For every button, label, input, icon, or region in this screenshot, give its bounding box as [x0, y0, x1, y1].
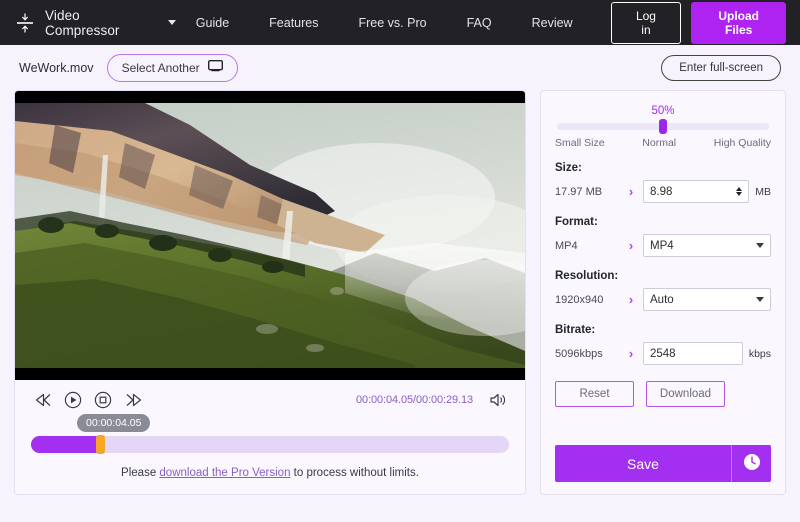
quality-slider-thumb[interactable]: [659, 119, 667, 134]
format-original-value: MP4: [555, 239, 578, 252]
size-input[interactable]: 8.98: [643, 180, 750, 203]
volume-icon[interactable]: [487, 389, 509, 411]
stepper-up-icon[interactable]: [736, 187, 743, 191]
format-select[interactable]: MP4: [643, 234, 771, 257]
nav-link-features[interactable]: Features: [249, 10, 338, 36]
save-button[interactable]: Save: [555, 445, 731, 482]
download-button[interactable]: Download: [646, 381, 725, 407]
resolution-select-value: Auto: [650, 293, 674, 306]
pro-version-note: Please download the Pro Version to proce…: [15, 453, 525, 492]
chevron-down-icon[interactable]: [756, 297, 764, 302]
play-circle-icon[interactable]: [61, 388, 85, 412]
enter-fullscreen-button[interactable]: Enter full-screen: [661, 54, 781, 81]
progress-fill: [31, 436, 98, 453]
pro-version-link[interactable]: download the Pro Version: [159, 467, 290, 479]
login-button[interactable]: Log in: [610, 1, 682, 44]
resolution-label: Resolution:: [555, 270, 619, 282]
nav-link-review[interactable]: Review: [512, 10, 593, 36]
clock-icon: [743, 453, 761, 474]
bitrate-row: 5096kbps › 2548 kbps: [555, 342, 771, 365]
time-display: 00:00:04.05/00:00:29.13: [356, 394, 473, 406]
nav-link-guide[interactable]: Guide: [176, 10, 249, 36]
main-content: 00:00:04.05/00:00:29.13 00:00:04.05 Plea…: [0, 90, 800, 495]
quality-slider-labels: Small Size Normal High Quality: [555, 137, 771, 149]
format-row: MP4 › MP4: [555, 234, 771, 257]
chevron-down-icon[interactable]: [167, 20, 176, 25]
top-navigation-bar: Video Compressor Guide Features Free vs.…: [0, 0, 800, 45]
bitrate-original-value: 5096kbps: [555, 347, 603, 360]
bitrate-input[interactable]: 2548: [643, 342, 743, 365]
save-row: Save: [555, 445, 771, 482]
fast-forward-icon[interactable]: [121, 388, 145, 412]
stepper-down-icon[interactable]: [736, 192, 743, 196]
brand-menu[interactable]: Video Compressor: [14, 8, 176, 38]
stop-circle-icon[interactable]: [91, 388, 115, 412]
slider-label-normal: Normal: [642, 137, 677, 149]
player-controls: 00:00:04.05/00:00:29.13: [15, 380, 525, 414]
size-row: 17.97 MB › 8.98 MB: [555, 180, 771, 203]
size-input-value: 8.98: [650, 185, 673, 198]
format-select-value: MP4: [650, 239, 674, 252]
slider-label-small-size: Small Size: [555, 137, 605, 149]
arrow-icon: ›: [628, 292, 634, 307]
resolution-original-value: 1920x940: [555, 293, 604, 306]
resolution-select[interactable]: Auto: [643, 288, 771, 311]
pro-note-suffix: to process without limits.: [290, 467, 419, 479]
size-unit-label: MB: [755, 185, 771, 198]
brand-name: Video Compressor: [45, 7, 120, 38]
reset-button[interactable]: Reset: [555, 381, 634, 407]
quality-percent-label: 50%: [651, 105, 675, 117]
sub-header: WeWork.mov Select Another Enter full-scr…: [0, 45, 800, 90]
chevron-down-icon[interactable]: [756, 243, 764, 248]
arrow-icon: ›: [628, 238, 634, 253]
size-label: Size:: [555, 162, 582, 174]
progress-time-tooltip: 00:00:04.05: [77, 414, 151, 432]
video-frame-image: [15, 103, 525, 368]
nav-link-free-vs-pro[interactable]: Free vs. Pro: [339, 10, 447, 36]
file-name-label: WeWork.mov: [19, 60, 94, 75]
monitor-icon: [207, 59, 223, 76]
video-viewport[interactable]: [15, 91, 525, 380]
history-button[interactable]: [731, 445, 771, 482]
progress-bar[interactable]: [31, 435, 509, 454]
settings-panel: 50% Small Size Normal High Quality Size:…: [540, 90, 786, 495]
nav-link-faq[interactable]: FAQ: [447, 10, 512, 36]
slider-label-high-quality: High Quality: [713, 137, 771, 149]
nav-links: Guide Features Free vs. Pro FAQ Review L…: [176, 1, 786, 44]
size-original-value: 17.97 MB: [555, 185, 603, 198]
progress-handle[interactable]: [95, 435, 105, 454]
rewind-icon[interactable]: [31, 388, 55, 412]
arrow-icon: ›: [628, 346, 634, 361]
select-another-button[interactable]: Select Another: [106, 53, 238, 82]
bitrate-label: Bitrate:: [555, 324, 596, 336]
bitrate-unit-label: kbps: [748, 347, 771, 360]
settings-action-buttons: Reset Download: [555, 381, 771, 407]
video-player-card: 00:00:04.05/00:00:29.13 00:00:04.05 Plea…: [14, 90, 526, 495]
app-window: Video Compressor Guide Features Free vs.…: [0, 0, 800, 522]
quality-slider[interactable]: [557, 119, 769, 134]
resolution-row: 1920x940 › Auto: [555, 288, 771, 311]
bitrate-input-value: 2548: [650, 347, 676, 360]
compress-vertical-icon: [14, 12, 36, 34]
upload-files-button[interactable]: Upload Files: [691, 1, 786, 44]
select-another-label: Select Another: [121, 60, 200, 75]
format-label: Format:: [555, 216, 598, 228]
size-stepper[interactable]: [736, 187, 743, 196]
progress-row: [15, 434, 525, 454]
progress-tooltip-row: 00:00:04.05: [15, 414, 525, 434]
pro-note-prefix: Please: [121, 467, 160, 479]
arrow-icon: ›: [628, 184, 634, 199]
